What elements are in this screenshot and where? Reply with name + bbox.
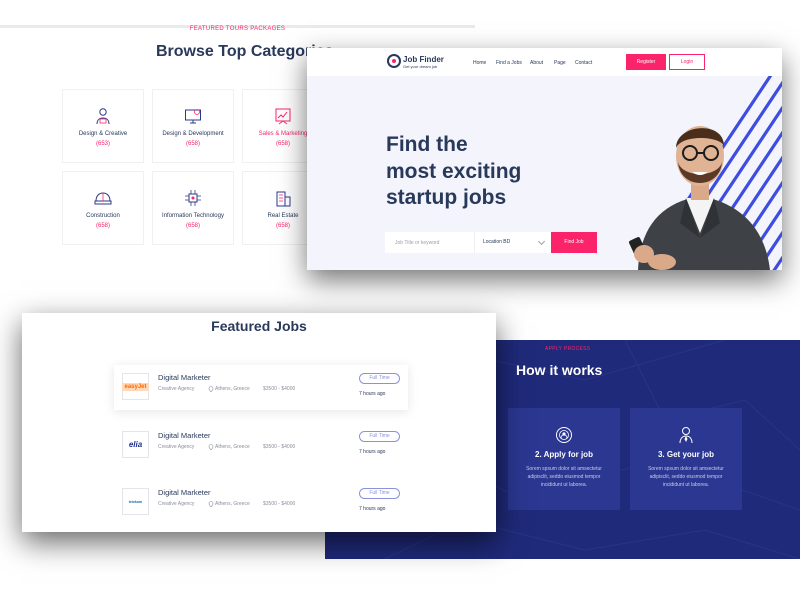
step-card-apply: 2. Apply for job Sorem spsum dolor sit a… [508, 408, 620, 510]
job-type-badge[interactable]: Full Time [359, 373, 400, 384]
location-pin-icon [208, 386, 214, 392]
company-logo: easyJet [122, 373, 149, 400]
hero-section: Job Finder Get your dream job Home Find … [307, 48, 782, 270]
logo-tagline: Get your dream job [403, 64, 438, 69]
logo-icon [387, 54, 401, 68]
job-listing[interactable]: telekom Digital Marketer Creative Agency… [114, 480, 408, 525]
featured-jobs-title: Featured Jobs [211, 318, 307, 334]
category-name: Design & Development [162, 131, 224, 137]
category-card-construction[interactable]: Construction (658) [62, 171, 144, 245]
logo-text: easyJet [122, 382, 149, 391]
category-count: (653) [95, 141, 110, 147]
categories-eyebrow: FEATURED TOURS PACKAGES [189, 26, 286, 32]
job-type-badge[interactable]: Full Time [359, 488, 400, 499]
headline-line: startup jobs [386, 186, 507, 209]
monitor-code-icon [185, 109, 201, 124]
headline-line: most exciting [386, 159, 522, 183]
category-card-design-development[interactable]: Design & Development (658) [152, 89, 234, 163]
job-title[interactable]: Digital Marketer [158, 431, 211, 440]
hard-hat-icon [94, 192, 112, 205]
job-company: Creative Agency [158, 386, 195, 392]
step-title: 2. Apply for job [535, 450, 593, 459]
job-company: Creative Agency [158, 501, 195, 507]
category-count: (658) [95, 223, 110, 229]
step-description: Sorem spsum dolor sit amsectetur adipisc… [648, 466, 724, 488]
businessman-photo [628, 126, 770, 270]
job-posted-time: 7 hours ago [359, 391, 386, 397]
job-salary: $3500 - $4000 [263, 444, 296, 450]
company-logo: telekom [122, 488, 149, 515]
job-type-badge[interactable]: Full Time [359, 431, 400, 442]
job-company: Creative Agency [158, 444, 195, 450]
job-title[interactable]: Digital Marketer [158, 488, 211, 497]
category-count: (658) [185, 141, 200, 147]
find-job-button[interactable]: Find Job [551, 232, 597, 253]
marketing-board-icon [275, 108, 291, 125]
nav-link-home[interactable]: Home [473, 60, 486, 66]
step-description: Sorem spsum dolor sit amsectetur adipisc… [526, 466, 602, 488]
location-value: Location BD [483, 239, 511, 245]
register-button[interactable]: Register [626, 54, 666, 70]
logo-name[interactable]: Job Finder [403, 55, 444, 64]
job-posted-time: 7 hours ago [359, 506, 386, 512]
header-nav: Job Finder Get your dream job Home Find … [307, 48, 782, 76]
designer-icon [96, 108, 110, 125]
job-search-bar: Location BD Find Job [385, 232, 597, 253]
nav-link-about[interactable]: About [530, 60, 543, 66]
nav-link-page[interactable]: Page [554, 60, 566, 66]
job-location: Athens, Greece [215, 444, 250, 450]
job-listing[interactable]: elia Digital Marketer Creative Agency At… [114, 423, 408, 468]
job-salary: $3500 - $4000 [263, 386, 296, 392]
nav-link-find-jobs[interactable]: Find a Jobs [496, 60, 522, 66]
chevron-down-icon [537, 237, 546, 246]
category-name: Design & Creative [78, 131, 128, 137]
headline-line: Find the [386, 133, 468, 156]
job-title[interactable]: Digital Marketer [158, 373, 211, 382]
how-title: How it works [516, 362, 603, 378]
nav-link-contact[interactable]: Contact [575, 60, 592, 66]
target-user-icon [556, 427, 572, 443]
hero-headline: Find the most exciting startup jobs [386, 132, 616, 212]
logo-text: telekom [128, 499, 143, 504]
location-pin-icon [208, 501, 214, 507]
category-card-information-technology[interactable]: Information Technology (658) [152, 171, 234, 245]
company-logo: elia [122, 431, 149, 458]
building-icon [276, 191, 291, 207]
screenshot-collage: FEATURED TOURS PACKAGES Browse Top Categ… [0, 0, 800, 600]
step-card-get-job: 3. Get your job Sorem spsum dolor sit am… [630, 408, 742, 510]
category-name: Information Technology [162, 213, 224, 219]
job-posted-time: 7 hours ago [359, 449, 386, 455]
logo-text: elia [128, 440, 143, 449]
employee-icon [679, 427, 693, 444]
category-count: (658) [185, 223, 200, 229]
job-listing[interactable]: easyJet Digital Marketer Creative Agency… [114, 365, 408, 410]
how-eyebrow: APPLY PROCESS [545, 346, 591, 352]
category-card-design-creative[interactable]: Design & Creative (653) [62, 89, 144, 163]
job-location: Athens, Greece [215, 386, 250, 392]
login-button[interactable]: Login [669, 54, 705, 70]
location-pin-icon [208, 444, 214, 450]
featured-jobs-section: Featured Jobs easyJet Digital Marketer C… [22, 313, 496, 532]
keyword-search-input[interactable] [385, 232, 475, 253]
step-title: 3. Get your job [657, 450, 714, 459]
location-select[interactable]: Location BD [475, 232, 551, 253]
job-salary: $3500 - $4000 [263, 501, 296, 507]
category-name: Construction [86, 213, 120, 219]
job-location: Athens, Greece [215, 501, 250, 507]
chip-icon [185, 190, 201, 206]
